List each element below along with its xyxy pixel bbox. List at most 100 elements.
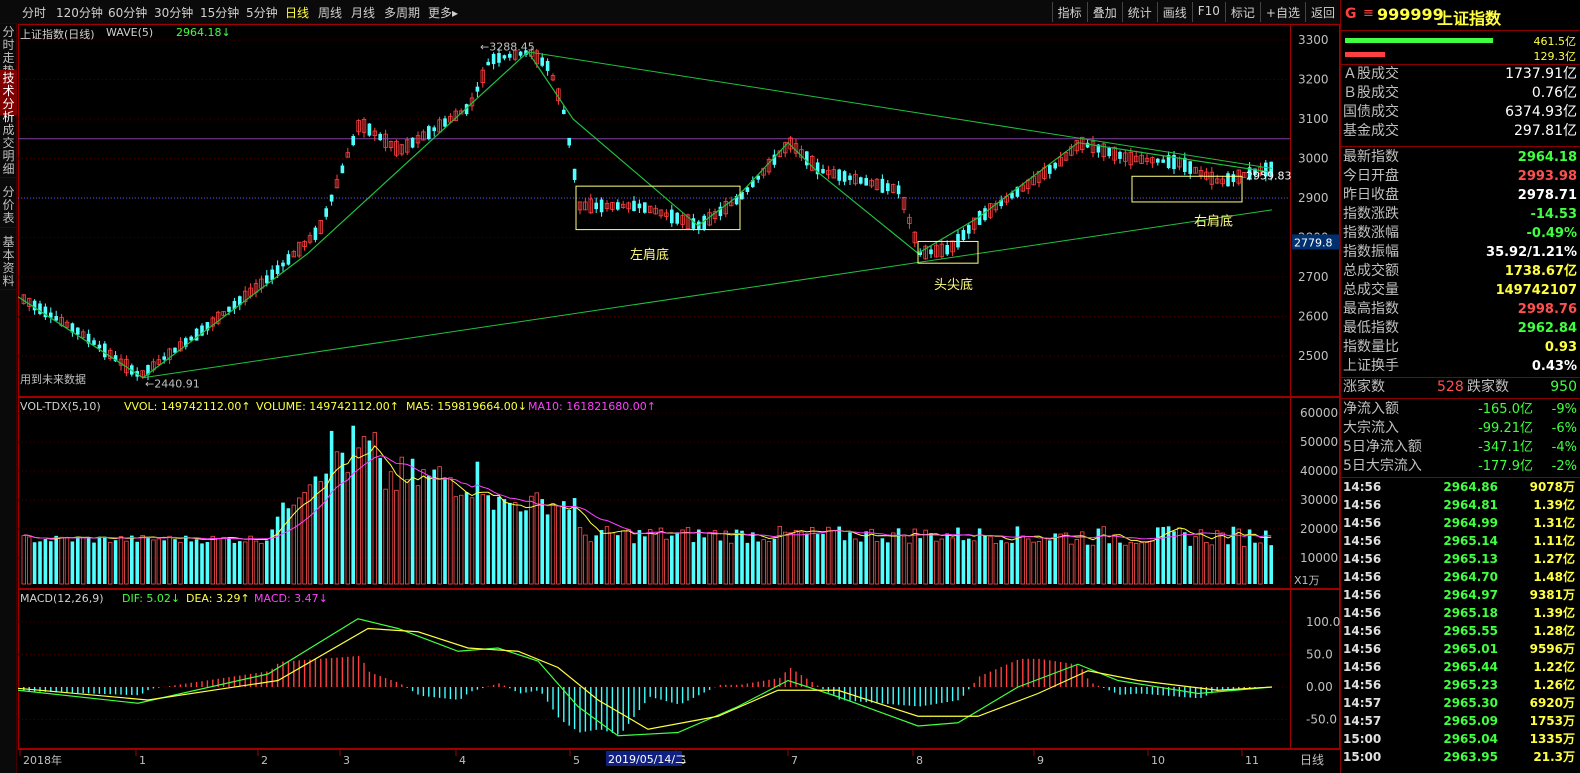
volume-bar — [1258, 542, 1263, 585]
period-15min[interactable]: 15分钟 — [200, 4, 239, 21]
volume-bar — [512, 502, 518, 585]
macd-title: MACD(12,26,9) — [20, 592, 104, 605]
period-weekly[interactable]: 周线 — [318, 4, 342, 21]
period-minute[interactable]: 分时 — [22, 4, 46, 21]
stat-value: 0.76亿 — [1531, 85, 1577, 101]
candle-body — [340, 165, 345, 174]
candle-body — [97, 344, 102, 349]
tab-price-table[interactable]: 分价表 — [0, 184, 17, 228]
period-120min[interactable]: 120分钟 — [56, 4, 103, 21]
stat-row: 国债成交 6374.93亿 — [1343, 103, 1577, 122]
volume-bar — [577, 526, 583, 585]
volume-bar — [653, 533, 658, 585]
tick-time: 14:56 — [1343, 660, 1382, 674]
period-daily[interactable]: 日线 — [285, 4, 309, 21]
tick-row: 14:56 2964.70 1.48亿 — [1343, 568, 1577, 586]
tick-time: 14:56 — [1343, 606, 1382, 620]
quote-label: 指数涨幅 — [1343, 225, 1399, 241]
stats-button[interactable]: 统计 — [1121, 2, 1157, 22]
candle-body — [378, 133, 382, 141]
price-tick: 2500 — [1298, 349, 1329, 363]
volume-bar — [1204, 542, 1209, 585]
back-button[interactable]: 返回 — [1304, 2, 1340, 22]
vol-tick: 30000 — [1300, 493, 1338, 507]
candle-body — [1053, 162, 1057, 169]
overlay-button[interactable]: 叠加 — [1086, 2, 1122, 22]
cursor-date: 2019/05/14/二 — [608, 753, 686, 766]
volume-bar — [1112, 534, 1117, 585]
quote-row: 最高指数 2998.76 — [1343, 300, 1577, 319]
volume-bar — [248, 535, 253, 585]
period-more[interactable]: 更多▸ — [428, 4, 458, 21]
candle-body — [1048, 164, 1052, 174]
candle-body — [475, 86, 480, 92]
quote-value: 0.43% — [1531, 359, 1577, 374]
volume-bar — [848, 532, 852, 584]
volume-bar — [723, 530, 728, 585]
quote-row: 昨日收盘 2978.71 — [1343, 186, 1577, 205]
menu-icon[interactable]: ≡ — [1363, 6, 1374, 21]
candle-body — [599, 199, 604, 213]
volume-bar — [675, 532, 679, 584]
f10-button[interactable]: F10 — [1191, 2, 1225, 22]
volume-bar — [1166, 526, 1171, 584]
volume-bar — [864, 531, 868, 584]
volume-bar — [167, 535, 172, 585]
period-label: 日线 — [1300, 753, 1324, 767]
volume-bar — [1264, 530, 1268, 584]
volume-bar — [38, 541, 42, 584]
period-60min[interactable]: 60分钟 — [108, 4, 147, 21]
volume-bar — [1156, 527, 1160, 584]
candle-body — [886, 183, 890, 192]
tick-row: 14:56 2964.81 1.39亿 — [1343, 496, 1577, 514]
candle-body — [324, 208, 328, 217]
volume-bar — [1253, 542, 1257, 584]
period-30min[interactable]: 30分钟 — [154, 4, 193, 21]
chart-area[interactable]: ←3288.45 ←2440.91 左肩底头尖底 右肩底 60000 50000 400… — [18, 24, 1340, 773]
draw-line-button[interactable]: 画线 — [1156, 2, 1192, 22]
x-label: 11 — [1245, 754, 1259, 767]
volume-bar — [1020, 535, 1025, 585]
tab-basic-info[interactable]: 基本资料 — [0, 234, 17, 290]
quote-label: 总成交量 — [1343, 282, 1399, 298]
vol-bar-top-label: 461.5亿 — [1533, 35, 1577, 48]
volume-bar — [103, 536, 107, 584]
x-label: 8 — [916, 754, 923, 767]
x-label: 4 — [459, 754, 466, 767]
quote-row: 最新指数 2964.18 — [1343, 148, 1577, 167]
tick-row: 14:56 2965.44 1.22亿 — [1343, 658, 1577, 676]
volume-bar — [97, 536, 102, 584]
tick-price: 2965.55 — [1443, 624, 1498, 638]
volume-bar — [1026, 538, 1031, 585]
volume-bar — [524, 510, 528, 584]
volume-bar — [621, 530, 626, 585]
volume-bar — [1177, 527, 1182, 585]
tab-timeshare[interactable]: 分时走势 — [0, 24, 17, 78]
left-shoulder-label: 左肩底 — [630, 247, 669, 263]
period-5min[interactable]: 5分钟 — [246, 4, 278, 21]
price-tick: 3000 — [1298, 152, 1329, 166]
volume-bar — [1236, 528, 1241, 585]
quote-value: 0.93 — [1544, 340, 1577, 355]
period-monthly[interactable]: 月线 — [351, 4, 375, 21]
tick-time: 14:56 — [1343, 678, 1382, 692]
candle-body — [567, 137, 571, 146]
tick-price: 2965.23 — [1443, 678, 1498, 692]
volume-bar — [70, 541, 75, 584]
mark-button[interactable]: 标记 — [1224, 2, 1260, 22]
stock-terminal: 分时 120分钟 60分钟 30分钟 15分钟 5分钟 日线 周线 月线 多周期… — [0, 0, 1580, 773]
add-watchlist-button[interactable]: +自选 — [1259, 2, 1305, 22]
indicator-button[interactable]: 指标 — [1051, 2, 1087, 22]
volume-bar — [670, 535, 674, 584]
tick-time: 14:56 — [1343, 624, 1382, 638]
candle-body — [367, 123, 372, 136]
left-side-tabs: 分时走势 技术分析 成交明细 分价表 基本资料 — [0, 24, 17, 773]
volume-bar — [793, 530, 799, 585]
period-multi[interactable]: 多周期 — [384, 4, 420, 21]
tab-trade-detail[interactable]: 成交明细 — [0, 122, 17, 178]
volume-bar — [458, 494, 464, 585]
volume-bar — [92, 542, 96, 584]
tab-technical[interactable]: 技术分析 — [0, 70, 17, 124]
volume-bar — [59, 536, 64, 585]
volume-bar — [302, 491, 307, 585]
